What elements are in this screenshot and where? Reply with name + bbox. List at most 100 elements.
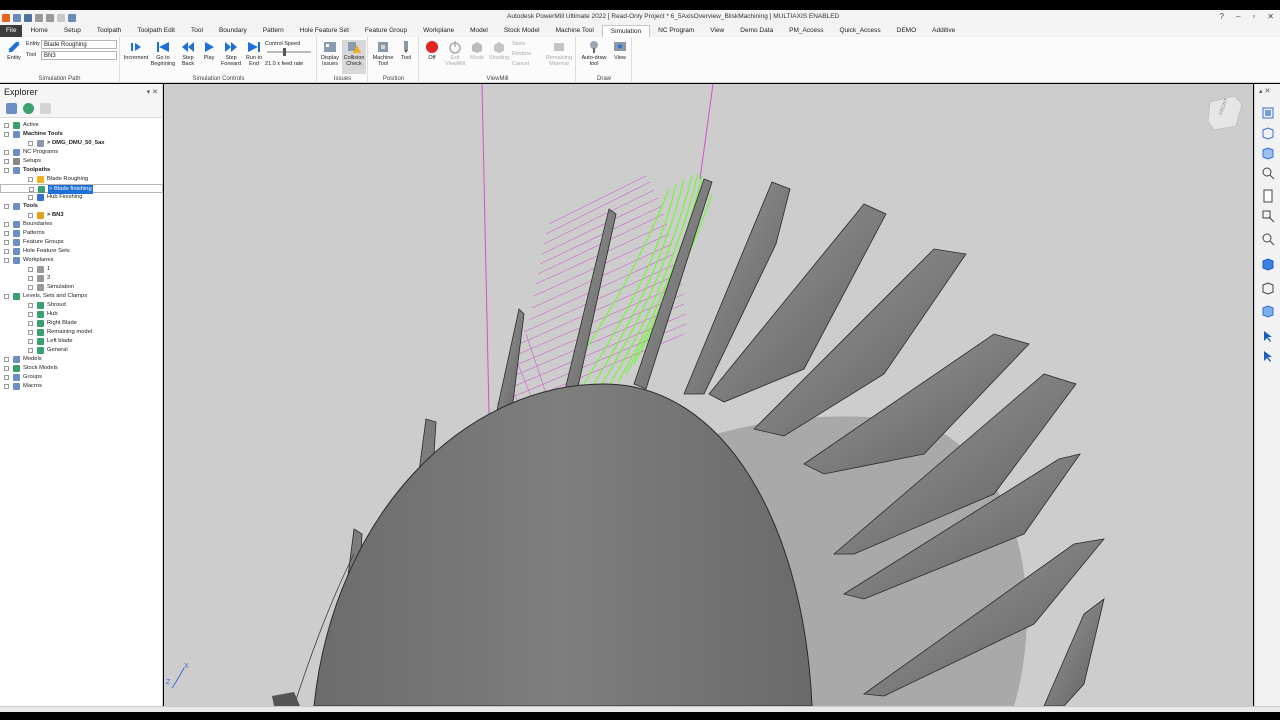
expand-toggle[interactable] [28, 267, 33, 272]
tab-setup[interactable]: Setup [56, 25, 89, 37]
tree-node[interactable]: Right Blade [0, 319, 163, 328]
expand-toggle[interactable] [4, 132, 9, 137]
tree-node[interactable]: Shroud [0, 301, 163, 310]
tree-node[interactable]: Boundaries [0, 220, 163, 229]
tab-toolpath-edit[interactable]: Toolpath Edit [129, 25, 183, 37]
open-icon[interactable] [57, 13, 65, 22]
tree-node[interactable]: 3 [0, 274, 163, 283]
collision-check-button[interactable]: Collision Check [342, 40, 366, 74]
expand-toggle[interactable] [28, 276, 33, 281]
expand-toggle[interactable] [4, 384, 9, 389]
tab-additive[interactable]: Additive [924, 25, 963, 37]
tab-demo[interactable]: DEMO [889, 25, 925, 37]
expand-toggle[interactable] [28, 141, 33, 146]
tree-node[interactable]: Macros [0, 382, 163, 391]
tab-hole-feature-set[interactable]: Hole Feature Set [292, 25, 357, 37]
tree-node[interactable]: Levels, Sets and Clamps [0, 292, 163, 301]
expand-toggle[interactable] [4, 249, 9, 254]
tab-feature-group[interactable]: Feature Group [357, 25, 415, 37]
tree-node[interactable]: Machine Tools [0, 130, 163, 139]
expand-toggle[interactable] [4, 123, 9, 128]
expand-toggle[interactable] [28, 348, 33, 353]
minimize-button[interactable]: – [1236, 12, 1240, 21]
explorer-globe-icon[interactable] [23, 103, 34, 114]
expand-toggle[interactable] [4, 357, 9, 362]
increment-button[interactable]: Increment [123, 40, 149, 61]
tree-node[interactable]: > BN3 [0, 211, 163, 220]
tab-workplane[interactable]: Workplane [415, 25, 462, 37]
undo-icon[interactable] [35, 13, 43, 22]
wireframe-icon[interactable] [1261, 281, 1275, 295]
auto-draw-tool-button[interactable]: Auto-draw tool [579, 40, 609, 67]
mode-button[interactable]: Mode [467, 40, 487, 61]
tree-node[interactable]: Blade Roughing [0, 175, 163, 184]
select-undo-icon[interactable] [1261, 349, 1275, 363]
expand-toggle[interactable] [28, 339, 33, 344]
run-to-end-button[interactable]: Run to End [244, 40, 264, 67]
viewmill-off-button[interactable]: Off [422, 40, 442, 61]
tree-node[interactable]: Patterns [0, 229, 163, 238]
expand-toggle[interactable] [4, 240, 9, 245]
explorer-delete-icon[interactable] [40, 103, 51, 114]
expand-toggle[interactable] [28, 303, 33, 308]
tree-node[interactable]: Tools [0, 202, 163, 211]
tab-stock-model[interactable]: Stock Model [496, 25, 548, 37]
tree-node[interactable]: Left blade [0, 337, 163, 346]
expand-toggle[interactable] [28, 321, 33, 326]
tab-demo-data[interactable]: Demo Data [732, 25, 781, 37]
tree-node[interactable]: Hub [0, 310, 163, 319]
tree-node[interactable]: Models [0, 355, 163, 364]
graphics-viewport[interactable]: FRONT X Z [164, 84, 1253, 706]
tree-node[interactable]: Toolpaths [0, 166, 163, 175]
expand-toggle[interactable] [28, 330, 33, 335]
tab-model[interactable]: Model [462, 25, 496, 37]
document-view-icon[interactable] [1261, 189, 1275, 203]
view-button[interactable]: View [611, 40, 629, 61]
expand-toggle[interactable] [4, 258, 9, 263]
explorer-tree-icon[interactable] [6, 103, 17, 114]
exit-viewmill-button[interactable]: Exit ViewMill [444, 40, 466, 67]
zoom-box-icon[interactable] [1261, 209, 1275, 223]
tab-tool[interactable]: Tool [183, 25, 211, 37]
expand-toggle[interactable] [4, 159, 9, 164]
expand-toggle[interactable] [28, 285, 33, 290]
speed-slider[interactable] [267, 48, 311, 56]
pin-close[interactable]: ▴ ✕ [1259, 87, 1270, 95]
tab-machine-tool[interactable]: Machine Tool [548, 25, 602, 37]
step-back-button[interactable]: Step Back [178, 40, 198, 67]
tree-node[interactable]: Stock Models [0, 364, 163, 373]
tree-node[interactable]: > DMG_DMU_50_5ax [0, 139, 163, 148]
tree-node[interactable]: Groups [0, 373, 163, 382]
translucent-icon[interactable] [1261, 304, 1275, 318]
new-icon[interactable] [13, 13, 21, 22]
machine-tool-button[interactable]: Machine Tool [370, 40, 396, 67]
close-button[interactable]: ✕ [1267, 12, 1274, 21]
play-button[interactable]: Play [200, 40, 218, 61]
expand-toggle[interactable] [4, 222, 9, 227]
expand-toggle[interactable] [4, 375, 9, 380]
tab-view[interactable]: View [702, 25, 732, 37]
expand-toggle[interactable] [4, 204, 9, 209]
zoom-icon[interactable] [1261, 166, 1275, 180]
expand-toggle[interactable] [28, 213, 33, 218]
shaded-icon[interactable] [1261, 257, 1275, 271]
remaining-material-button[interactable]: Remaining Material [544, 40, 574, 67]
cancel-button[interactable]: Cancel [512, 61, 529, 67]
go-to-beginning-button[interactable]: Go to Beginning [149, 40, 177, 67]
tree-node[interactable]: General [0, 346, 163, 355]
expand-toggle[interactable] [28, 312, 33, 317]
explorer-pin-close[interactable]: ▾ ✕ [147, 88, 158, 96]
tab-simulation[interactable]: Simulation [601, 25, 651, 37]
expand-toggle[interactable] [28, 195, 33, 200]
expand-toggle[interactable] [4, 366, 9, 371]
restore-button[interactable]: Restore [512, 51, 531, 57]
entity-select[interactable]: Blade Roughing [41, 40, 117, 49]
tab-nc-program[interactable]: NC Program [650, 25, 702, 37]
tree-node[interactable]: Workplanes [0, 256, 163, 265]
expand-toggle[interactable] [28, 177, 33, 182]
select-cursor-icon[interactable] [1261, 329, 1275, 343]
view-front-icon[interactable] [1261, 126, 1275, 140]
tree-node[interactable]: Hole Feature Sets [0, 247, 163, 256]
store-button[interactable]: Store [512, 41, 525, 47]
expand-toggle[interactable] [4, 150, 9, 155]
